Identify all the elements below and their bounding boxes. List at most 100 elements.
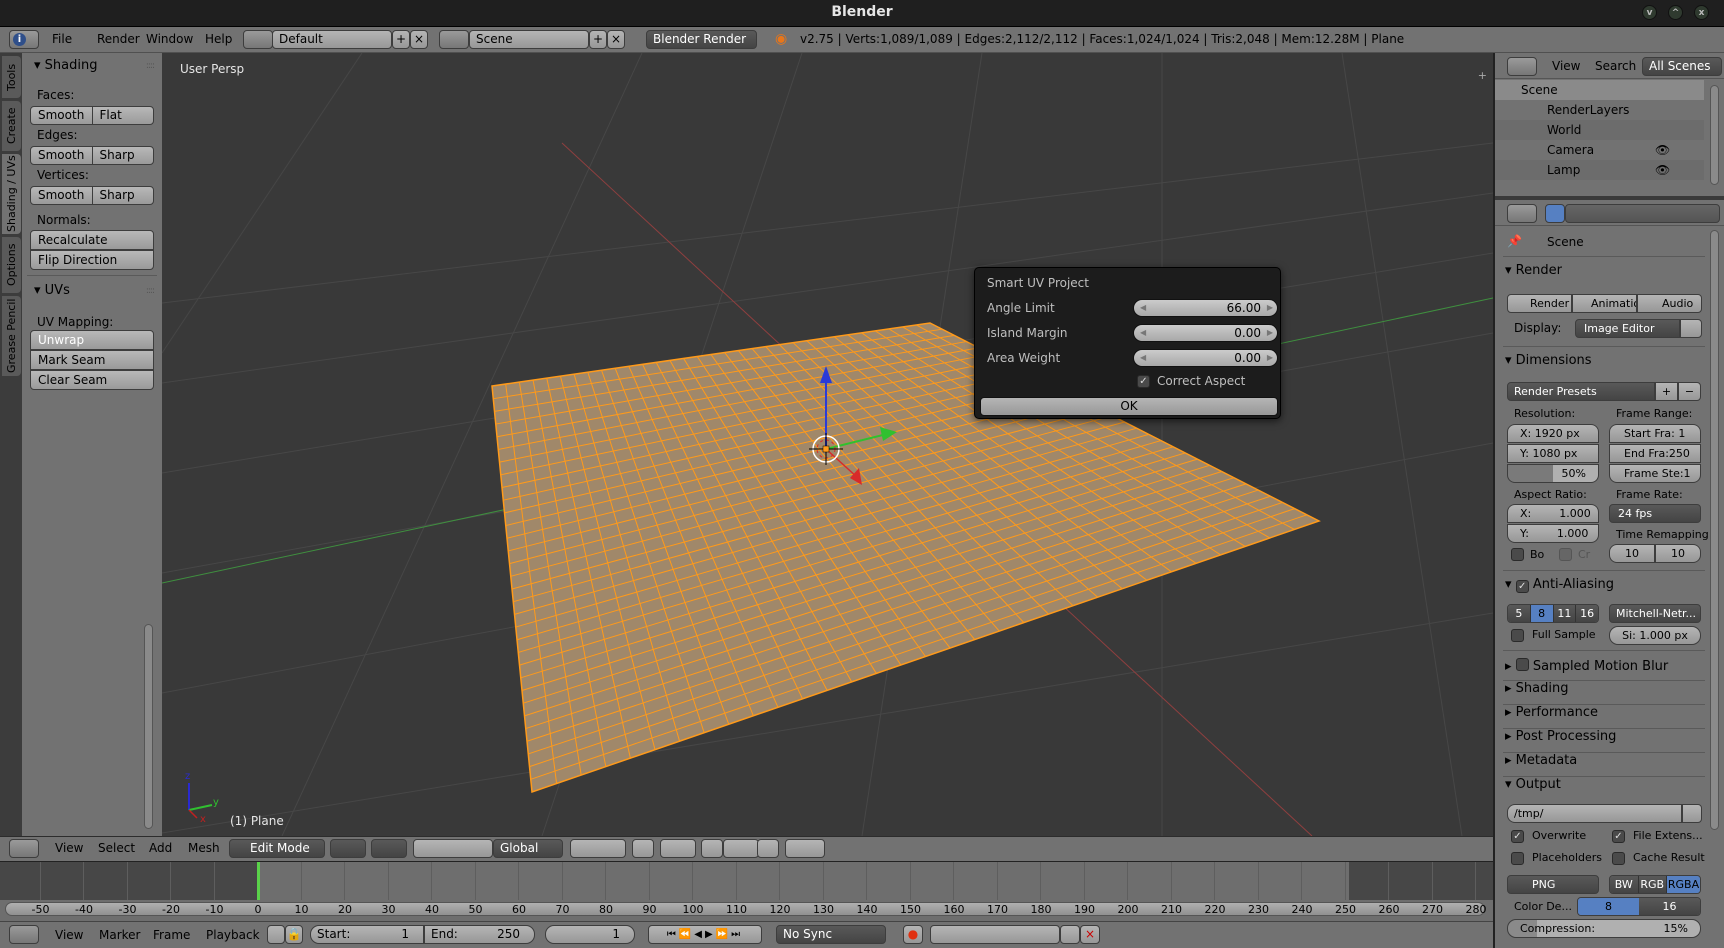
color-mode-rgba[interactable]: RGBA	[1667, 876, 1700, 893]
tab-shading-uvs[interactable]: Shading / UVs	[2, 154, 21, 234]
ok-button[interactable]: OK	[980, 397, 1278, 416]
file-extensions-checkbox[interactable]: ✓	[1612, 830, 1625, 843]
frame-rate-dropdown[interactable]: 24 fps	[1609, 504, 1701, 523]
aa-samples-5[interactable]: 5	[1508, 605, 1531, 622]
screen-layout-icon[interactable]	[243, 30, 273, 49]
orientation-dropdown[interactable]: Global	[493, 839, 563, 858]
record-button[interactable]: ●	[903, 925, 923, 944]
tab-grease-pencil[interactable]: Grease Pencil	[2, 296, 21, 376]
menu-playback[interactable]: Playback	[206, 928, 260, 942]
file-format-dropdown[interactable]: PNG	[1507, 875, 1599, 894]
outliner-item-camera[interactable]: Camera 👁	[1495, 140, 1704, 160]
lock-interface-button[interactable]	[1680, 319, 1702, 338]
menu-view-timeline[interactable]: View	[55, 928, 83, 942]
filter-size-field[interactable]: Si: 1.000 px	[1609, 626, 1701, 645]
post-processing-panel-header[interactable]: ▸ Post Processing	[1505, 729, 1695, 744]
current-frame-field[interactable]: 1	[545, 925, 635, 944]
aa-samples-16[interactable]: 16	[1576, 605, 1598, 622]
maximize-button[interactable]: ^	[1668, 5, 1683, 20]
current-frame-indicator[interactable]	[257, 862, 260, 900]
edges-sharp-button[interactable]: Sharp	[93, 147, 154, 164]
menu-add[interactable]: Add	[149, 841, 172, 855]
mode-dropdown[interactable]: Edit Mode	[229, 839, 325, 858]
performance-panel-header[interactable]: ▸ Performance	[1505, 705, 1695, 720]
add-screen-button[interactable]: +	[392, 30, 410, 49]
motion-blur-checkbox[interactable]	[1515, 658, 1529, 671]
playback-controls[interactable]: ⏮⏪◀▶⏩⏭	[648, 925, 762, 944]
correct-aspect-checkbox[interactable]: ✓	[1137, 375, 1150, 388]
tab-tools[interactable]: Tools	[2, 56, 21, 98]
aspect-x-field[interactable]: X: 1.000	[1507, 504, 1599, 523]
recalculate-button[interactable]: Recalculate	[30, 230, 154, 250]
color-depth-16[interactable]: 16	[1639, 898, 1700, 915]
resolution-percent-slider[interactable]: 50%	[1507, 464, 1599, 483]
menu-view[interactable]: View	[55, 841, 83, 855]
resolution-y-field[interactable]: Y: 1080 px	[1507, 444, 1599, 463]
outliner-item-renderlayers[interactable]: RenderLayers	[1495, 100, 1704, 120]
properties-scrollbar[interactable]	[1710, 230, 1719, 830]
resolution-x-field[interactable]: X: 1920 px	[1507, 424, 1599, 443]
render-context-camera-icon[interactable]	[1545, 204, 1565, 223]
tool-shelf-scrollbar[interactable]	[144, 624, 153, 829]
remove-preset-button[interactable]: −	[1678, 382, 1701, 401]
occlude-geometry-button[interactable]	[632, 839, 654, 858]
render-panel-header[interactable]: ▾ Render	[1505, 263, 1695, 278]
color-mode-rgb[interactable]: RGB	[1638, 876, 1667, 893]
edges-smooth-button[interactable]: Smooth	[31, 147, 93, 164]
editor-type-3d-view-button[interactable]	[9, 839, 39, 858]
tab-create[interactable]: Create	[2, 101, 21, 151]
crop-checkbox[interactable]	[1559, 548, 1572, 561]
editor-type-properties-button[interactable]	[1507, 204, 1537, 223]
snap-toggle-button[interactable]	[701, 839, 723, 858]
time-remap-new-field[interactable]: 10	[1655, 544, 1701, 563]
faces-flat-button[interactable]: Flat	[93, 107, 154, 124]
timeline-ruler[interactable]: -50 -40 -30 -20 -10 0 10 20 30 40 50 60 70 80 90 100 110…	[5, 902, 1487, 916]
metadata-panel-header[interactable]: ▸ Metadata	[1505, 753, 1695, 768]
editor-type-timeline-button[interactable]	[9, 925, 39, 944]
screen-layout-field[interactable]: Default	[272, 30, 392, 49]
animation-button[interactable]: Animatio	[1572, 294, 1637, 313]
start-frame-prop-field[interactable]: Start Fra: 1	[1609, 424, 1701, 443]
unwrap-menu-button[interactable]: Unwrap	[30, 330, 154, 350]
minimize-button[interactable]: v	[1642, 5, 1657, 20]
vertices-smooth-button[interactable]: Smooth	[31, 187, 93, 204]
placeholders-checkbox[interactable]	[1511, 852, 1524, 865]
area-weight-field[interactable]: ◀ 0.00 ▶	[1133, 349, 1278, 367]
editor-type-outliner-button[interactable]	[1507, 57, 1537, 76]
end-frame-prop-field[interactable]: End Fra:250	[1609, 444, 1701, 463]
lock-range-icon[interactable]: 🔒	[285, 925, 303, 944]
menu-help[interactable]: Help	[205, 32, 232, 46]
start-frame-field[interactable]: Start: 1	[310, 925, 424, 944]
overwrite-checkbox[interactable]: ✓	[1511, 830, 1524, 843]
shading-panel-header[interactable]: ▾ Shading	[34, 58, 97, 73]
menu-render[interactable]: Render	[97, 32, 140, 46]
select-mode-buttons[interactable]	[570, 839, 626, 858]
tab-options[interactable]: Options	[2, 237, 21, 293]
outliner-item-scene[interactable]: Scene	[1495, 80, 1704, 100]
menu-window[interactable]: Window	[146, 32, 193, 46]
audio-button[interactable]: Audio	[1637, 294, 1702, 313]
cache-result-checkbox[interactable]	[1612, 852, 1625, 865]
vertices-sharp-button[interactable]: Sharp	[93, 187, 154, 204]
border-checkbox[interactable]	[1511, 548, 1524, 561]
layers-button[interactable]	[757, 839, 779, 858]
frame-step-field[interactable]: Frame Ste:1	[1609, 464, 1701, 483]
output-panel-header[interactable]: ▾ Output	[1505, 777, 1695, 792]
delete-scene-button[interactable]: ×	[607, 30, 625, 49]
outliner-menu-view[interactable]: View	[1552, 59, 1580, 73]
browse-folder-icon[interactable]	[1682, 804, 1702, 823]
delete-screen-button[interactable]: ×	[410, 30, 428, 49]
menu-frame[interactable]: Frame	[153, 928, 190, 942]
preview-range-button[interactable]	[267, 925, 285, 944]
clear-seam-button[interactable]: Clear Seam	[30, 370, 154, 390]
compression-slider[interactable]: Compression: 15%	[1507, 919, 1701, 938]
aspect-y-field[interactable]: Y: 1.000	[1507, 524, 1599, 543]
end-frame-field[interactable]: End: 250	[424, 925, 535, 944]
pivot-point-dropdown[interactable]	[371, 839, 407, 858]
display-dropdown[interactable]: Image Editor	[1575, 319, 1680, 338]
shading-panel-header-props[interactable]: ▸ Shading	[1505, 681, 1695, 696]
dimensions-panel-header[interactable]: ▾ Dimensions	[1505, 353, 1695, 368]
properties-toggle-plus-icon[interactable]: +	[1478, 69, 1487, 82]
proportional-editing-dropdown[interactable]	[660, 839, 696, 858]
menu-select[interactable]: Select	[98, 841, 135, 855]
